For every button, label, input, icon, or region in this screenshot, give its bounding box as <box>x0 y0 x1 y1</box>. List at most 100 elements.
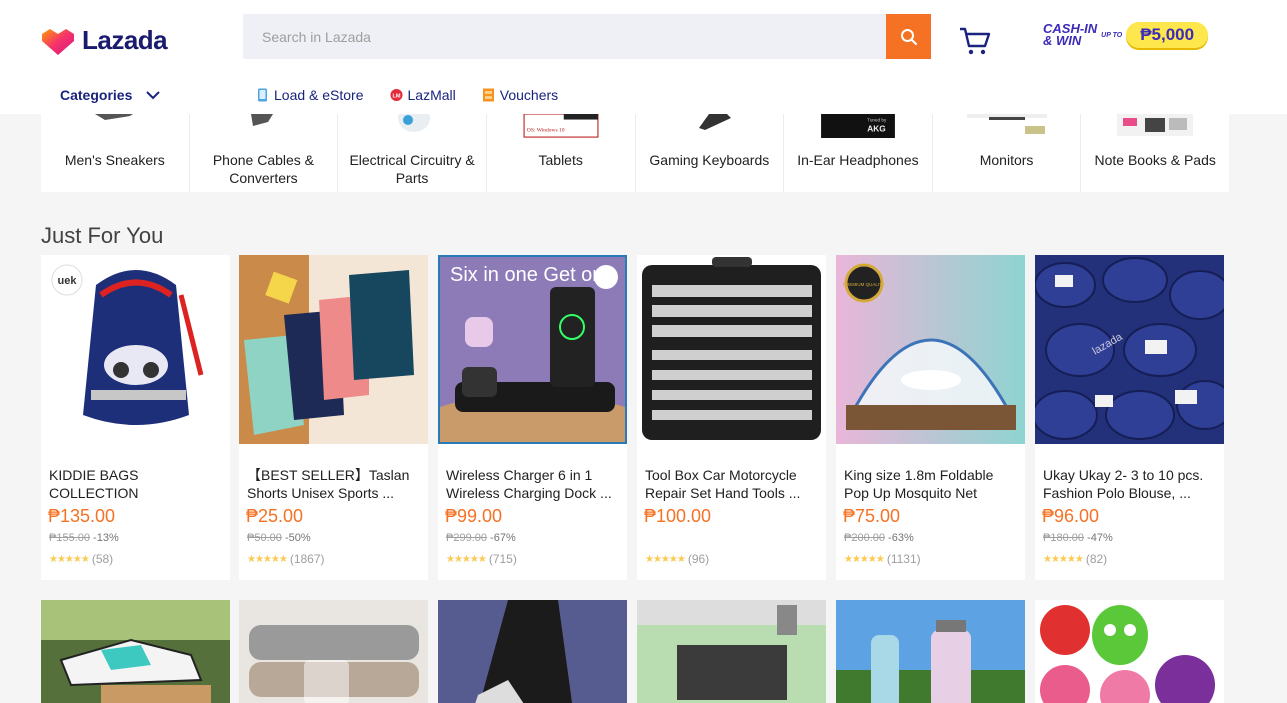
leggings-image <box>438 600 627 703</box>
category-strip: Men's Sneakers Phone Cables & Converters… <box>41 114 1229 192</box>
section-title-just-for-you: Just For You <box>41 223 164 248</box>
review-count: (96) <box>687 552 710 566</box>
backpack-image: uek <box>41 255 230 444</box>
promo-upto: UP TO <box>1101 31 1123 39</box>
product-card[interactable]: uek KIDDIE BAGS COLLECTION ₱135.00 ₱155.… <box>41 255 230 580</box>
nav-link-lazmall[interactable]: LM LazMall <box>389 87 456 103</box>
voucher-icon <box>482 88 494 102</box>
categories-dropdown[interactable]: Categories <box>60 84 161 106</box>
review-count: (1131) <box>886 552 921 566</box>
product-discount: -63% <box>888 532 914 544</box>
svg-text:LM: LM <box>392 93 400 99</box>
category-label: Tablets <box>538 152 583 168</box>
product-old-price: ₱50.00 <box>247 532 282 544</box>
nav-link-label: LazMall <box>407 87 456 103</box>
product-image <box>637 255 826 444</box>
categories-label: Categories <box>60 87 133 103</box>
product-name: 【BEST SELLER】Taslan Shorts Unisex Sports… <box>247 467 410 501</box>
nav-link-vouchers[interactable]: Vouchers <box>482 87 558 103</box>
nav-link-label: Vouchers <box>499 87 559 103</box>
cart-icon[interactable] <box>958 26 992 56</box>
product-rating: ★★★★★ (1867) <box>247 552 325 566</box>
chevron-down-icon <box>146 90 161 99</box>
product-old-price: ₱299.00 <box>446 532 487 544</box>
product-price: ₱75.00 <box>843 506 901 526</box>
lazada-heart-icon <box>42 28 74 55</box>
lazmall-icon: LM <box>389 88 403 102</box>
product-image: Six in one Get one <box>438 255 627 444</box>
product-old-price: ₱200.00 <box>844 532 885 544</box>
product-old-price-row: ₱155.00 -13% <box>49 532 119 544</box>
product-card-partial[interactable] <box>637 600 826 703</box>
product-card[interactable]: PREMIUM QUALITY King size 1.8m Foldable … <box>836 255 1025 580</box>
category-label: Men's Sneakers <box>64 152 165 168</box>
product-image: PREMIUM QUALITY <box>836 255 1025 444</box>
phone-icon <box>258 88 267 102</box>
star-rating-icon: ★★★★★ <box>844 553 885 565</box>
product-price: ₱135.00 <box>48 506 116 526</box>
category-monitors[interactable]: Monitors <box>933 114 1082 192</box>
category-label: Phone Cables & Converters <box>212 152 315 186</box>
product-price: ₱100.00 <box>644 506 712 526</box>
search-input[interactable] <box>243 14 886 59</box>
star-rating-icon: ★★★★★ <box>645 553 686 565</box>
top-nav-links: Load & eStore LM LazMall Vouchers <box>256 84 558 106</box>
product-card-partial[interactable] <box>438 600 627 703</box>
category-gaming-keyboards[interactable]: Gaming Keyboards <box>636 114 785 192</box>
product-card[interactable]: Tool Box Car Motorcycle Repair Set Hand … <box>637 255 826 580</box>
sneakers-image <box>41 600 230 703</box>
product-card[interactable]: 【BEST SELLER】Taslan Shorts Unisex Sports… <box>239 255 428 580</box>
product-card-partial[interactable] <box>41 600 230 703</box>
shorts-image <box>239 255 428 444</box>
product-card-partial[interactable] <box>836 600 1025 703</box>
category-electrical-circuitry[interactable]: Electrical Circuitry & Parts <box>338 114 487 192</box>
lazada-logo[interactable]: Lazada <box>40 25 168 56</box>
product-card-partial[interactable] <box>239 600 428 703</box>
nav-link-load-estore[interactable]: Load & eStore <box>256 87 364 103</box>
product-rating: ★★★★★ (82) <box>1043 552 1107 566</box>
search-button[interactable] <box>886 14 931 59</box>
headphones-brand-text: AKG <box>867 124 885 134</box>
product-old-price: ₱180.00 <box>1043 532 1084 544</box>
charger-image: Six in one Get one <box>440 257 625 442</box>
category-mens-sneakers[interactable]: Men's Sneakers <box>41 114 190 192</box>
review-count: (715) <box>488 552 517 566</box>
cash-in-promo-banner[interactable]: CASH-IN & WIN UP TO ₱5,000 <box>1043 22 1209 48</box>
product-discount: -13% <box>93 532 119 544</box>
star-rating-icon: ★★★★★ <box>247 553 288 565</box>
product-card[interactable]: lazada Ukay Ukay 2- 3 to 10 pcs. Fashion… <box>1035 255 1224 580</box>
category-label: Note Books & Pads <box>1094 152 1216 168</box>
tablet-os-text: OS: Windows 10 <box>527 128 565 134</box>
water-bottle-image <box>836 600 1025 703</box>
product-discount: -67% <box>490 532 516 544</box>
keyboard-thumbnail <box>699 114 732 130</box>
product-old-price-row: ₱299.00 -67% <box>446 532 516 544</box>
headphones-thumbnail: Tuned by AKG <box>821 114 895 138</box>
product-discount: -47% <box>1087 532 1113 544</box>
category-label: In-Ear Headphones <box>797 152 919 168</box>
mosquito-net-image: PREMIUM QUALITY <box>836 255 1025 444</box>
towels-image <box>239 600 428 703</box>
category-label: Gaming Keyboards <box>649 152 770 168</box>
promo-amount: ₱5,000 <box>1126 22 1209 48</box>
review-count: (58) <box>91 552 114 566</box>
category-phone-cables[interactable]: Phone Cables & Converters <box>190 114 339 192</box>
stove-image <box>637 600 826 703</box>
svg-text:uek: uek <box>58 275 78 287</box>
product-card[interactable]: Six in one Get one Wireless Charger 6 in… <box>438 255 627 580</box>
cable-thumbnail <box>251 114 274 126</box>
category-in-ear-headphones[interactable]: Tuned by AKG In-Ear Headphones <box>784 114 933 192</box>
headphones-tuned-text: Tuned by <box>867 117 887 122</box>
svg-text:Six in one Get one: Six in one Get one <box>450 264 615 286</box>
product-rating: ★★★★★ (58) <box>49 552 113 566</box>
kids-backpack-image <box>1035 600 1224 703</box>
search-icon <box>900 28 917 45</box>
product-name: King size 1.8m Foldable Pop Up Mosquito … <box>844 467 994 501</box>
category-tablets[interactable]: OS: Windows 10 Tablets <box>487 114 636 192</box>
product-image: uek <box>41 255 230 444</box>
category-notebooks-pads[interactable]: Note Books & Pads <box>1081 114 1229 192</box>
svg-text:PREMIUM QUALITY: PREMIUM QUALITY <box>843 282 885 287</box>
monitor-thumbnail <box>966 114 1047 134</box>
product-card-partial[interactable] <box>1035 600 1224 703</box>
product-old-price-row: ₱200.00 -63% <box>844 532 914 544</box>
